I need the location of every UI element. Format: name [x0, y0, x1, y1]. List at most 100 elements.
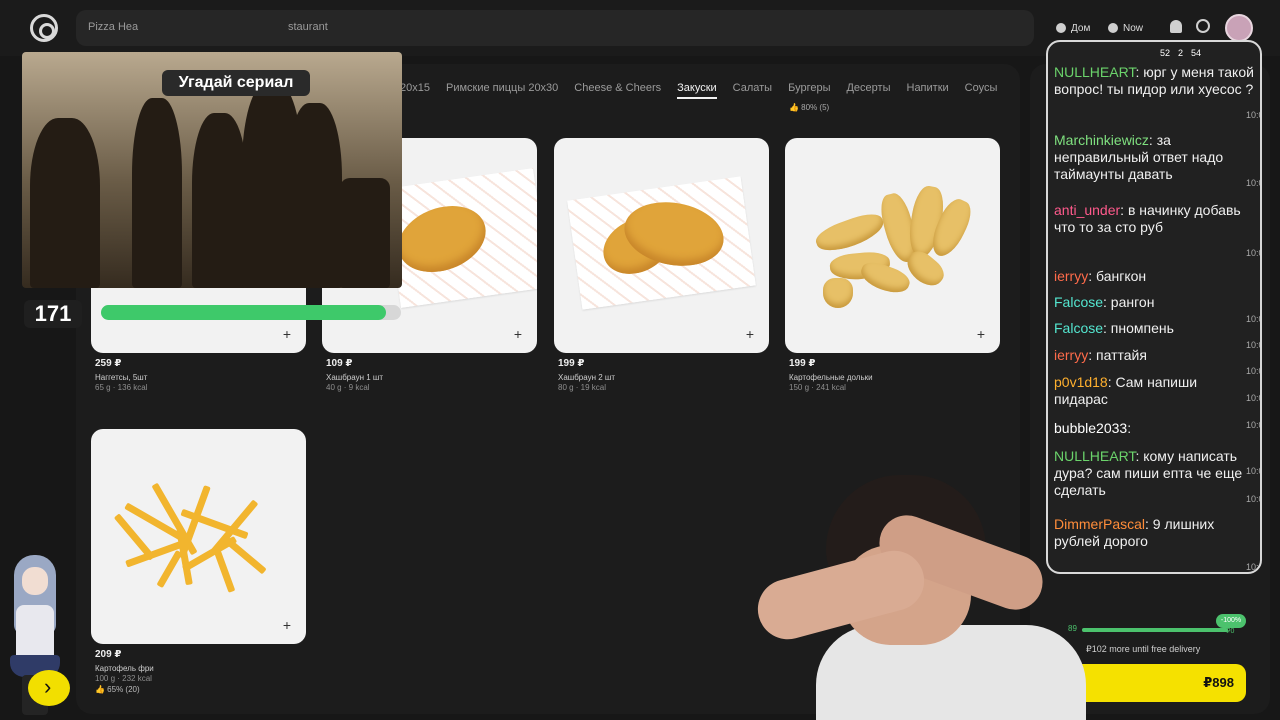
discount-sub: ₽0 — [1226, 628, 1235, 635]
chat-timestamp: 10:04 — [1246, 178, 1260, 188]
chat-message: Falcose: рангон — [1054, 294, 1254, 311]
streamer-webcam — [751, 475, 1086, 720]
free-delivery-progress-fill — [1082, 628, 1228, 632]
product-meta: 65 g · 136 kcal — [95, 383, 148, 392]
fry-image — [213, 549, 236, 593]
add-button[interactable]: + — [972, 325, 990, 343]
delivery-time-chip[interactable]: Now — [1108, 16, 1143, 40]
location-chip[interactable]: Дом — [1056, 16, 1090, 40]
product-price: 259 ₽ — [95, 358, 122, 369]
chat-timestamp: 10:04 — [1246, 494, 1260, 504]
product-price: 199 ₽ — [558, 358, 585, 369]
chat-username[interactable]: Falcose — [1054, 320, 1103, 336]
chat-message: ierryy: паттайя — [1054, 347, 1254, 364]
chat-timestamp: 10:04 — [1246, 248, 1260, 258]
chat-message: Falcose: пномпень — [1054, 320, 1254, 337]
free-delivery-progress — [1082, 628, 1228, 632]
chat-timestamp: 10:04 — [1246, 562, 1260, 572]
search-field[interactable]: Pizza Hea staurant — [76, 10, 1034, 46]
chat-timestamp: 10:04 — [1246, 110, 1260, 120]
chat-username[interactable]: Falcose — [1054, 294, 1103, 310]
product-name: Картофельные дольки — [789, 373, 873, 382]
product-price: 109 ₽ — [326, 358, 353, 369]
tab-sauces[interactable]: Соусы — [965, 82, 998, 99]
product-card-fries[interactable]: + — [91, 429, 306, 644]
rating-text: 👍 80% (5) — [789, 103, 830, 112]
chat-text: : пномпень — [1103, 320, 1174, 336]
chat-text: : рангон — [1103, 294, 1155, 310]
chat-stat-mid: 2 — [1178, 48, 1184, 58]
product-meta: 150 g · 241 kcal — [789, 383, 846, 392]
product-meta: 80 g · 19 kcal — [558, 383, 607, 392]
free-delivery-note: ₽102 more until free delivery — [1086, 644, 1201, 654]
chat-stats: 52 2 54 — [1160, 48, 1201, 58]
product-card-hashbrown-2[interactable]: + — [554, 138, 769, 353]
quiz-title: Угадай сериал — [162, 70, 310, 96]
chat-message: p0v1d18: Сам напиши пидарас — [1054, 374, 1254, 408]
chat-text: : — [1127, 420, 1132, 436]
product-rating: 👍 65% (20) — [95, 685, 140, 694]
add-button[interactable]: + — [278, 616, 296, 634]
quiz-progress-fill — [101, 305, 386, 320]
product-name: Наггетсы, 5шт — [95, 373, 148, 382]
quiz-counter: 171 — [24, 300, 82, 328]
wedge-image — [823, 278, 853, 308]
quiz-progress — [101, 305, 401, 320]
chat-username[interactable]: p0v1d18 — [1054, 374, 1108, 390]
tab-20x15[interactable]: 20x15 — [400, 82, 430, 99]
cart-total: ₽898 — [1203, 675, 1234, 690]
chat-message: bubble2033: — [1054, 420, 1254, 437]
tab-salads[interactable]: Салаты — [733, 82, 772, 99]
chat-username[interactable]: Marchinkiewicz — [1054, 132, 1149, 148]
chat-username[interactable]: NULLHEART — [1054, 64, 1135, 80]
chat-username[interactable]: ierryy — [1054, 347, 1088, 363]
location-pin-icon — [1056, 23, 1066, 33]
app-logo-icon[interactable] — [30, 14, 58, 42]
discount-badge: -100% — [1216, 614, 1246, 628]
tab-drinks[interactable]: Напитки — [907, 82, 949, 99]
product-meta: 40 g · 9 kcal — [326, 383, 370, 392]
bell-icon[interactable] — [1170, 20, 1182, 33]
add-button[interactable]: + — [741, 325, 759, 343]
chat-text: : паттайя — [1088, 347, 1147, 363]
category-tabs: 20x15 Римские пиццы 20x30 Cheese & Cheer… — [400, 82, 997, 99]
tab-burgers[interactable]: Бургеры — [788, 82, 830, 99]
chat-stat-followers: 54 — [1191, 48, 1202, 58]
clock-icon — [1108, 23, 1118, 33]
character-silhouette — [192, 113, 247, 288]
chat-username[interactable]: bubble2033 — [1054, 420, 1127, 436]
tab-roman-pizza[interactable]: Римские пиццы 20x30 — [446, 82, 558, 99]
video-overlay: Угадай сериал — [22, 52, 402, 288]
add-button[interactable]: + — [278, 325, 296, 343]
droid-silhouette — [340, 178, 390, 288]
product-name: Хашбраун 1 шт — [326, 373, 383, 382]
chat-message: Marchinkiewicz: за неправильный ответ на… — [1054, 132, 1254, 183]
streamer-shirt — [816, 625, 1086, 720]
app-root: Pizza Hea staurant Дом Now 20x15 Римские… — [0, 0, 1280, 720]
chat-text: : бангкон — [1088, 268, 1147, 284]
tab-desserts[interactable]: Десерты — [846, 82, 890, 99]
chat-message: ierryy: бангкон — [1054, 268, 1254, 285]
character-silhouette — [132, 98, 182, 288]
avatar[interactable] — [1225, 14, 1253, 42]
checkout-button[interactable]: ₽898 — [1070, 664, 1246, 702]
search-text-left: Pizza Hea — [88, 21, 139, 33]
product-price: 199 ₽ — [789, 358, 816, 369]
character-silhouette — [287, 103, 342, 288]
yellow-action-button[interactable] — [28, 670, 70, 706]
globe-icon[interactable] — [1196, 19, 1210, 33]
chat-stat-viewers: 52 — [1160, 48, 1171, 58]
add-button[interactable]: + — [509, 325, 527, 343]
product-card-potato-wedges[interactable]: + — [785, 138, 1000, 353]
character-silhouette — [30, 118, 100, 288]
location-label: Дом — [1071, 22, 1091, 34]
fry-image — [222, 535, 267, 575]
tab-cheese-cheers[interactable]: Cheese & Cheers — [574, 82, 661, 99]
tab-snacks[interactable]: Закуски — [677, 82, 717, 99]
search-text-right: staurant — [288, 21, 328, 33]
fry-image — [156, 549, 183, 589]
chat-username[interactable]: anti_under — [1054, 202, 1120, 218]
chat-username[interactable]: ierryy — [1054, 268, 1088, 284]
chat-username[interactable]: NULLHEART — [1054, 448, 1135, 464]
product-name: Хашбраун 2 шт — [558, 373, 615, 382]
